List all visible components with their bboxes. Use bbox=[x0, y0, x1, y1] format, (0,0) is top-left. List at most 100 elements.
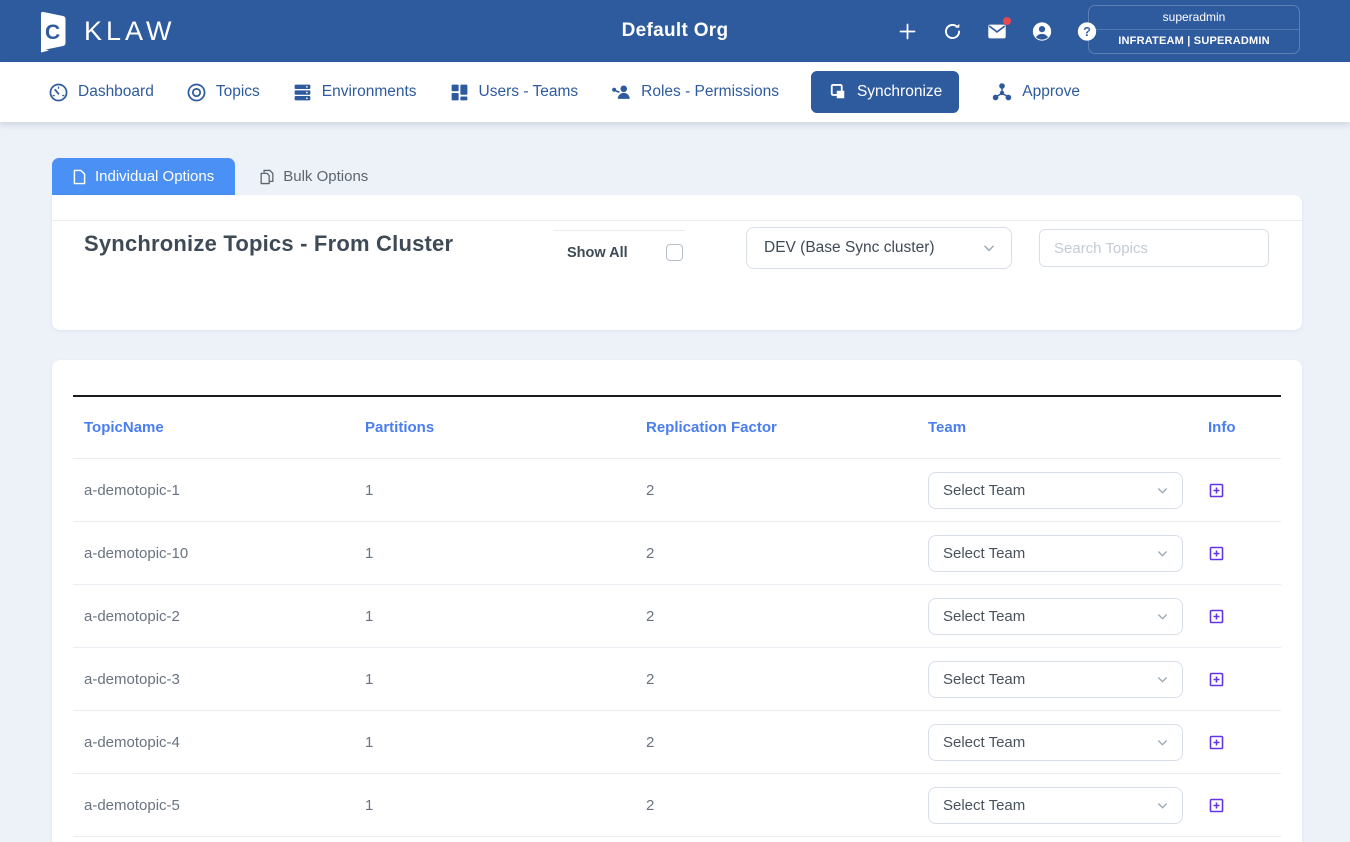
environments-icon bbox=[292, 82, 313, 103]
table-row: a-demotopic-2 1 2 Select Team bbox=[73, 585, 1281, 648]
nav-item-environments[interactable]: Environments bbox=[292, 82, 417, 103]
tab-label: Bulk Options bbox=[283, 168, 368, 185]
nav-item-approve[interactable]: Approve bbox=[991, 81, 1080, 103]
team-cell: Select Team bbox=[917, 535, 1197, 572]
topic-name-cell: a-demotopic-5 bbox=[73, 797, 354, 814]
team-select[interactable]: Select Team bbox=[928, 535, 1183, 572]
add-topic-info-button[interactable] bbox=[1208, 482, 1225, 499]
nav-item-topics[interactable]: Topics bbox=[186, 82, 260, 103]
team-select-value: Select Team bbox=[943, 797, 1025, 814]
team-select[interactable]: Select Team bbox=[928, 724, 1183, 761]
search-topics-input[interactable] bbox=[1039, 229, 1269, 267]
add-icon[interactable] bbox=[896, 20, 918, 42]
add-box-icon bbox=[1208, 482, 1225, 499]
topbar-actions: ? bbox=[896, 0, 1098, 62]
table-row: a-demotopic-1 1 2 Select Team bbox=[73, 459, 1281, 522]
column-header-topicname: TopicName bbox=[73, 419, 354, 436]
team-cell: Select Team bbox=[917, 661, 1197, 698]
partitions-cell: 1 bbox=[354, 545, 635, 562]
roles-permissions-icon bbox=[610, 81, 632, 103]
nav-item-synchronize[interactable]: Synchronize bbox=[811, 71, 959, 113]
cluster-select[interactable]: DEV (Base Sync cluster) bbox=[746, 227, 1012, 269]
team-select[interactable]: Select Team bbox=[928, 661, 1183, 698]
topic-name-cell: a-demotopic-1 bbox=[73, 482, 354, 499]
card-divider bbox=[52, 220, 1302, 221]
chevron-down-icon bbox=[1156, 547, 1169, 560]
table-header-row: TopicName Partitions Replication Factor … bbox=[73, 397, 1281, 459]
page-title: Synchronize Topics - From Cluster bbox=[84, 231, 453, 257]
user-info-box[interactable]: superadmin INFRATEAM | SUPERADMIN bbox=[1088, 5, 1300, 54]
partitions-cell: 1 bbox=[354, 482, 635, 499]
replication-factor-cell: 2 bbox=[635, 734, 917, 751]
nav-label: Synchronize bbox=[857, 83, 942, 101]
nav-label: Roles - Permissions bbox=[641, 83, 779, 101]
sync-filter-card: Synchronize Topics - From Cluster Show A… bbox=[52, 195, 1302, 330]
tab-bulk-options[interactable]: Bulk Options bbox=[235, 158, 388, 195]
info-cell bbox=[1197, 734, 1281, 751]
show-all-label: Show All bbox=[567, 245, 628, 261]
nav-item-roles-permissions[interactable]: Roles - Permissions bbox=[610, 81, 779, 103]
show-all-group: Show All bbox=[553, 230, 685, 261]
team-select[interactable]: Select Team bbox=[928, 598, 1183, 635]
nav-label: Approve bbox=[1022, 83, 1080, 101]
tab-individual-options[interactable]: Individual Options bbox=[52, 158, 235, 195]
add-topic-info-button[interactable] bbox=[1208, 545, 1225, 562]
nav-label: Environments bbox=[322, 83, 417, 101]
add-topic-info-button[interactable] bbox=[1208, 671, 1225, 688]
topic-name-cell: a-demotopic-4 bbox=[73, 734, 354, 751]
topics-icon bbox=[186, 82, 207, 103]
partitions-cell: 1 bbox=[354, 797, 635, 814]
chevron-down-icon bbox=[1156, 610, 1169, 623]
team-select-value: Select Team bbox=[943, 734, 1025, 751]
team-cell: Select Team bbox=[917, 472, 1197, 509]
team-cell: Select Team bbox=[917, 787, 1197, 824]
refresh-icon[interactable] bbox=[941, 20, 963, 42]
replication-factor-cell: 2 bbox=[635, 797, 917, 814]
show-all-checkbox[interactable] bbox=[666, 244, 683, 261]
partitions-cell: 1 bbox=[354, 608, 635, 625]
column-header-team: Team bbox=[917, 419, 1197, 436]
team-cell: Select Team bbox=[917, 598, 1197, 635]
documents-copy-icon bbox=[259, 169, 275, 185]
nav-item-users-teams[interactable]: Users - Teams bbox=[449, 82, 579, 103]
table-row: a-demotopic-5 1 2 Select Team bbox=[73, 774, 1281, 837]
brand[interactable]: C KLAW bbox=[34, 9, 176, 53]
column-header-info: Info bbox=[1197, 419, 1281, 436]
topic-name-cell: a-demotopic-3 bbox=[73, 671, 354, 688]
add-box-icon bbox=[1208, 797, 1225, 814]
notification-dot bbox=[1003, 17, 1011, 25]
partitions-cell: 1 bbox=[354, 671, 635, 688]
org-title: Default Org bbox=[622, 20, 729, 42]
nav-label: Topics bbox=[216, 83, 260, 101]
replication-factor-cell: 2 bbox=[635, 545, 917, 562]
users-teams-icon bbox=[449, 82, 470, 103]
team-select-value: Select Team bbox=[943, 482, 1025, 499]
nav-label: Users - Teams bbox=[479, 83, 579, 101]
column-header-partitions: Partitions bbox=[354, 419, 635, 436]
user-circle-icon[interactable] bbox=[1031, 20, 1053, 42]
chevron-down-icon bbox=[1156, 799, 1169, 812]
info-cell bbox=[1197, 608, 1281, 625]
info-cell bbox=[1197, 797, 1281, 814]
team-select-value: Select Team bbox=[943, 545, 1025, 562]
add-topic-info-button[interactable] bbox=[1208, 797, 1225, 814]
document-icon bbox=[72, 169, 87, 185]
add-topic-info-button[interactable] bbox=[1208, 734, 1225, 751]
approve-icon bbox=[991, 81, 1013, 103]
chevron-down-icon bbox=[1156, 484, 1169, 497]
add-topic-info-button[interactable] bbox=[1208, 608, 1225, 625]
chevron-down-icon bbox=[982, 241, 996, 255]
replication-factor-cell: 2 bbox=[635, 671, 917, 688]
partitions-cell: 1 bbox=[354, 734, 635, 751]
replication-factor-cell: 2 bbox=[635, 608, 917, 625]
team-select[interactable]: Select Team bbox=[928, 787, 1183, 824]
team-select-value: Select Team bbox=[943, 671, 1025, 688]
topic-name-cell: a-demotopic-2 bbox=[73, 608, 354, 625]
chevron-down-icon bbox=[1156, 673, 1169, 686]
mail-icon[interactable] bbox=[986, 20, 1008, 42]
nav-item-dashboard[interactable]: Dashboard bbox=[48, 82, 154, 103]
cluster-select-value: DEV (Base Sync cluster) bbox=[764, 239, 935, 257]
team-select[interactable]: Select Team bbox=[928, 472, 1183, 509]
info-cell bbox=[1197, 671, 1281, 688]
tab-label: Individual Options bbox=[95, 168, 214, 185]
